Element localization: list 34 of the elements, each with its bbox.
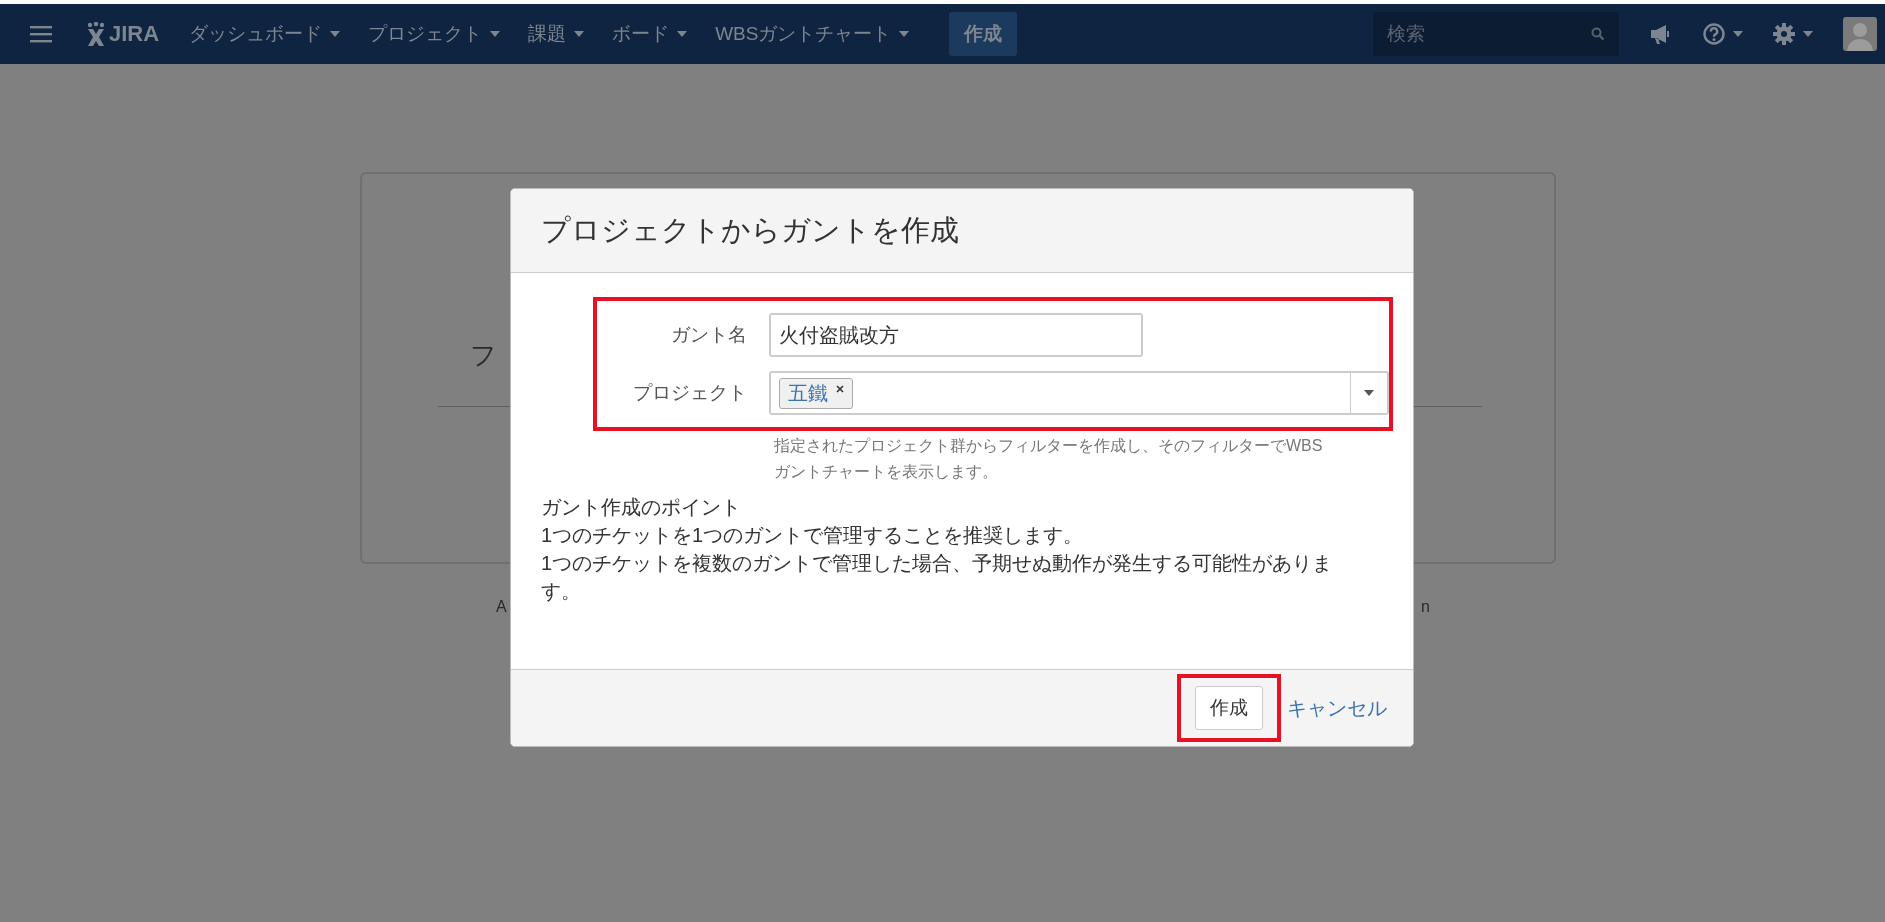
settings-menu[interactable]	[1773, 23, 1813, 45]
cancel-link[interactable]: キャンセル	[1287, 694, 1387, 722]
help-text: 指定されたプロジェクト群からフィルターを作成し、そのフィルターでWBSガントチャートを表示します。	[774, 436, 1324, 482]
project-select[interactable]: 五鐵	[768, 371, 1389, 415]
help-menu[interactable]	[1703, 23, 1743, 45]
search-icon	[1591, 27, 1605, 41]
field-label: ガント名	[670, 323, 747, 347]
remove-icon[interactable]	[835, 385, 844, 393]
background-heading: フ	[470, 339, 497, 372]
settings-icon	[1773, 23, 1795, 45]
project-tag: 五鐵	[778, 377, 853, 409]
caret-icon	[1803, 31, 1813, 37]
nav-menu[interactable]: ボード	[612, 21, 688, 47]
text-field[interactable]: 火付盗賊改方	[769, 313, 1143, 357]
logo-icon	[86, 22, 106, 46]
note-text: ガント作成のポイント	[541, 495, 742, 520]
nav-menu[interactable]: プロジェクト	[368, 21, 501, 47]
help-icon	[1703, 23, 1725, 45]
caret-icon	[1364, 390, 1374, 396]
field-label: プロジェクト	[631, 381, 747, 405]
dialog-title: プロジェクトからガントを作成	[541, 212, 959, 248]
search-field[interactable]: 検索	[1373, 12, 1619, 56]
caret-icon	[1733, 31, 1743, 37]
nav-menu[interactable]: ダッシュボード	[189, 21, 341, 47]
logo[interactable]: JIRA	[86, 21, 160, 47]
create-button[interactable]: 作成	[949, 12, 1018, 56]
create-button[interactable]: 作成	[1195, 686, 1263, 730]
footer-text: A	[496, 598, 507, 616]
footer-text: n	[1421, 598, 1430, 616]
note-text: 1つのチケットを1つのガントで管理することを推奨します。	[541, 523, 1085, 548]
nav-menu[interactable]: 課題	[528, 21, 585, 47]
menu-icon[interactable]	[30, 25, 52, 43]
nav-menu[interactable]: WBSガントチャート	[715, 21, 910, 47]
note-text: 1つのチケットを複数のガントで管理した場合、予期せぬ動作が発生する可能性があります。	[541, 551, 1334, 604]
